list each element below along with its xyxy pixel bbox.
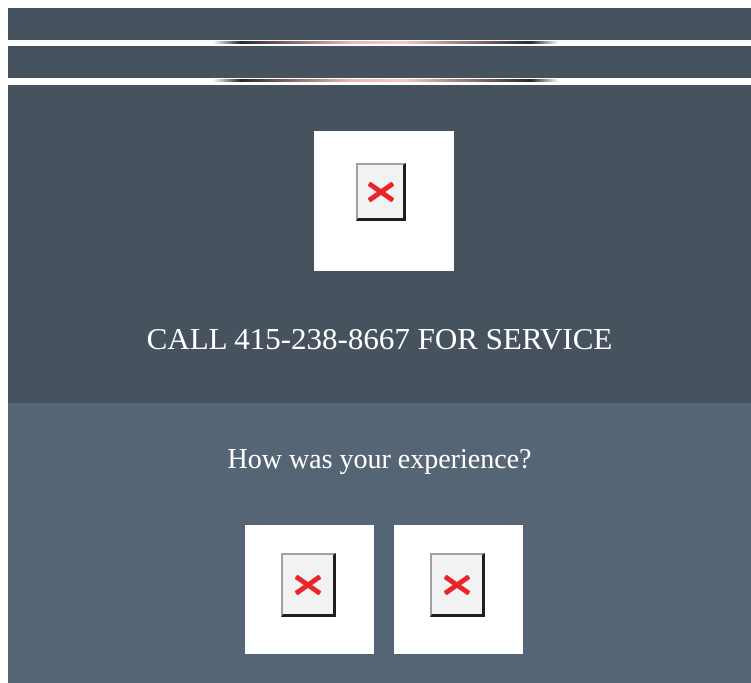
service-call-text: CALL 415-238-8667 FOR SERVICE [146,321,613,356]
divider-line-second [213,79,559,82]
feedback-section: How was your experience? [8,403,751,683]
rating-negative-button[interactable] [394,525,523,654]
broken-image-icon [281,553,336,617]
divider-line-top [213,41,559,44]
logo-image [314,131,454,271]
rating-positive-button[interactable] [245,525,374,654]
header-bar-second [8,46,751,78]
header-bar-top [8,8,751,40]
hero-section: CALL 415-238-8667 FOR SERVICE [8,85,751,403]
feedback-question: How was your experience? [227,444,532,475]
broken-image-icon [356,163,406,221]
email-frame: CALL 415-238-8667 FOR SERVICE How was yo… [8,8,751,683]
broken-image-icon [430,553,485,617]
